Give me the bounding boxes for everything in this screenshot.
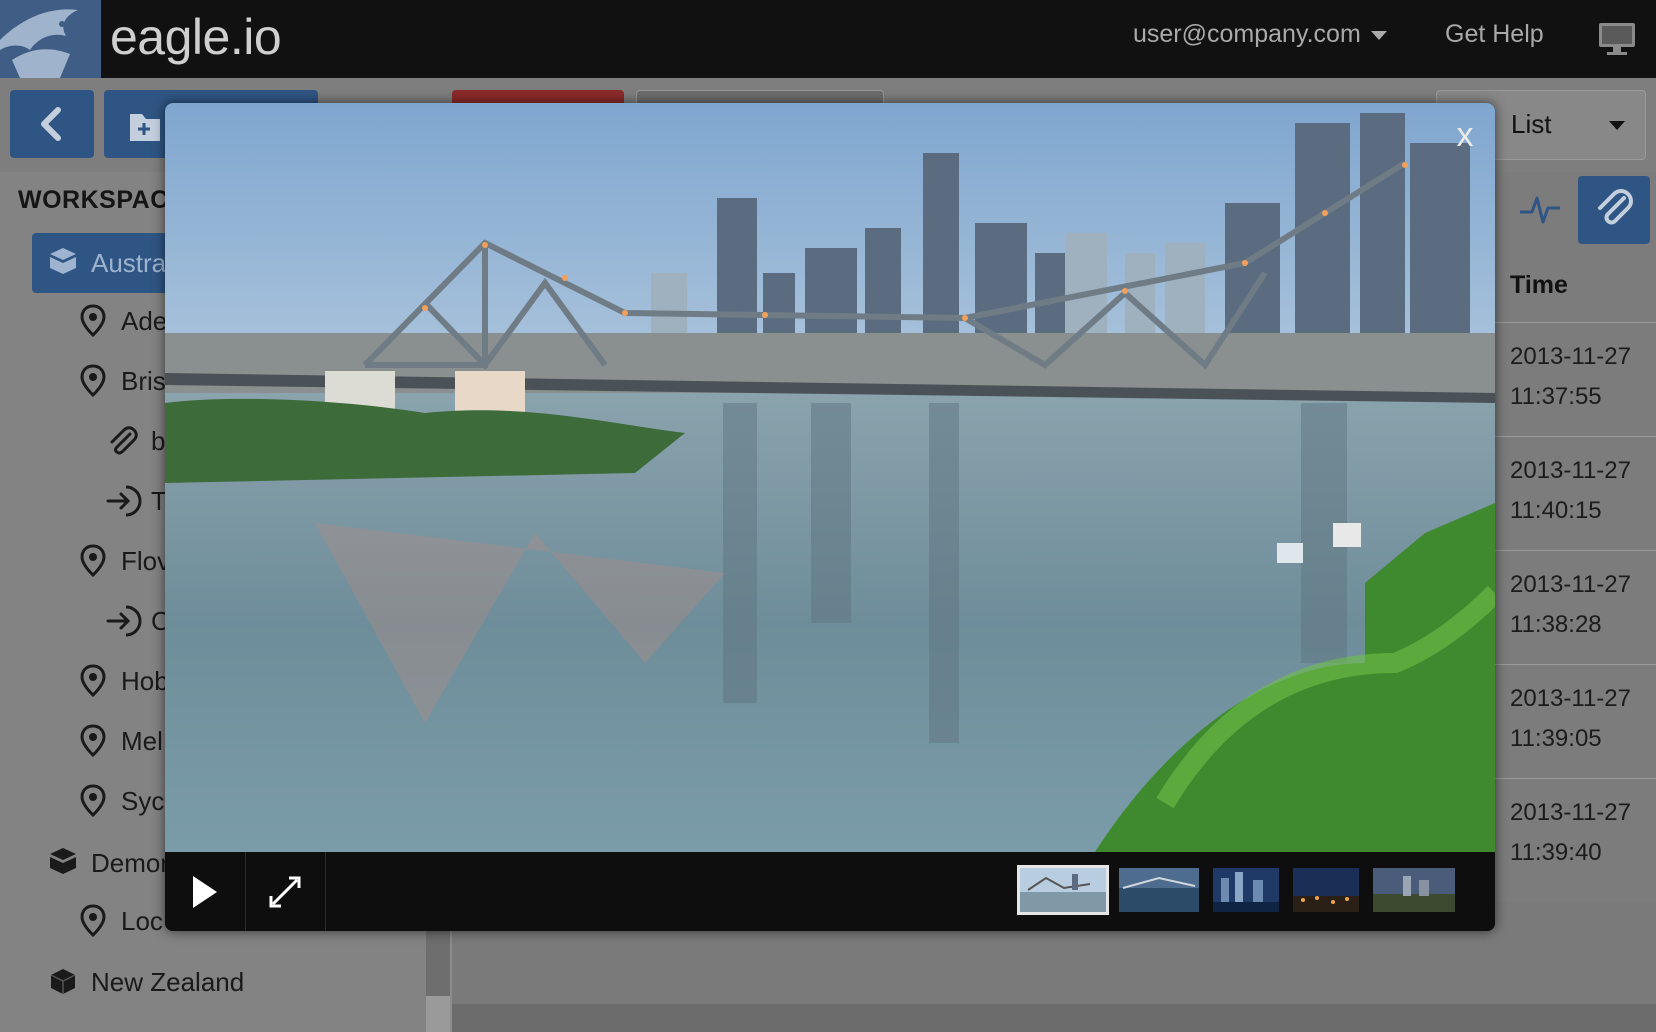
sidebar-item-label[interactable]: Loc <box>121 906 163 937</box>
location-pin-icon <box>80 904 106 943</box>
attachment-time: 11:37:55 <box>1510 383 1602 410</box>
attachment-row[interactable]: 2013-11-27 11:37:55 <box>1490 322 1656 435</box>
folder-add-icon <box>130 114 160 141</box>
pulse-icon[interactable] <box>1512 178 1568 240</box>
attachment-time: 11:38:28 <box>1510 611 1602 638</box>
location-pin-icon <box>80 544 106 583</box>
attachment-row[interactable]: 2013-11-27 11:39:40 <box>1490 778 1656 891</box>
attachment-time: 11:39:05 <box>1510 725 1602 752</box>
lightbox-thumbnail[interactable] <box>1017 865 1109 915</box>
lightbox-image[interactable] <box>165 103 1495 852</box>
lightbox-thumbnail[interactable] <box>1293 868 1359 912</box>
lightbox-thumbnail[interactable] <box>1213 868 1279 912</box>
attachments-tab[interactable] <box>1578 176 1650 244</box>
eagle-logo[interactable] <box>0 0 101 78</box>
attachment-time: 11:39:40 <box>1510 839 1602 866</box>
sidebar-item-label: Austra <box>91 248 167 278</box>
attachment-row[interactable]: 2013-11-27 11:40:15 <box>1490 436 1656 549</box>
attachment-date: 2013-11-27 <box>1510 457 1631 484</box>
attachment-date: 2013-11-27 <box>1510 685 1631 712</box>
sidebar-item-label[interactable]: b <box>151 426 165 457</box>
chevron-down-icon <box>1609 121 1625 130</box>
sidebar-item-label[interactable]: Demor <box>91 848 169 879</box>
attachment-date: 2013-11-27 <box>1510 571 1631 598</box>
play-icon <box>193 876 217 908</box>
sidebar-item-label[interactable]: Hob <box>121 666 169 697</box>
paperclip-icon <box>106 424 140 463</box>
sidebar-item-label[interactable]: Syc <box>121 786 164 817</box>
brand-name: eagle.io <box>110 9 282 65</box>
attachment-row[interactable]: 2013-11-27 11:38:28 <box>1490 550 1656 663</box>
location-pin-icon <box>80 364 106 403</box>
lightbox-thumbnail[interactable] <box>1373 868 1455 912</box>
get-help-link[interactable]: Get Help <box>1445 20 1544 49</box>
main-content-footer <box>452 1004 1656 1032</box>
view-select-value: List <box>1511 109 1552 139</box>
source-icon <box>106 604 142 643</box>
sidebar-scrollbar-thumb[interactable] <box>426 920 450 996</box>
lightbox-controls <box>165 852 1495 931</box>
source-icon <box>106 484 142 523</box>
sidebar-item-label[interactable]: Mel <box>121 726 163 757</box>
location-pin-icon <box>80 784 106 823</box>
location-pin-icon <box>80 664 106 703</box>
lightbox-thumbnail[interactable] <box>1119 868 1199 912</box>
attachment-row[interactable]: 2013-11-27 11:39:05 <box>1490 664 1656 777</box>
paperclip-icon <box>1598 189 1633 225</box>
sidebar-item-label[interactable]: New Zealand <box>91 967 244 998</box>
time-column-header[interactable]: Time <box>1510 271 1568 300</box>
location-pin-icon <box>80 304 106 343</box>
workspaces-heading: WORKSPAC <box>18 186 169 214</box>
user-email: user@company.com <box>1133 20 1361 48</box>
close-button[interactable]: x <box>1447 117 1483 153</box>
monitor-icon[interactable] <box>1598 22 1636 56</box>
attachment-date: 2013-11-27 <box>1510 343 1631 370</box>
chevron-down-icon <box>1370 30 1387 40</box>
image-lightbox: x <box>165 103 1495 931</box>
sidebar-item-label[interactable]: Bris <box>121 366 166 397</box>
workspace-icon <box>48 846 78 881</box>
sidebar-item-label[interactable]: Flov <box>121 546 170 577</box>
top-navigation-bar: eagle.io user@company.com Get Help <box>0 0 1656 78</box>
attachment-date: 2013-11-27 <box>1510 799 1631 826</box>
chevron-left-icon <box>41 107 61 141</box>
play-button[interactable] <box>165 852 246 931</box>
back-button[interactable] <box>10 90 94 158</box>
fullscreen-button[interactable] <box>245 852 326 931</box>
user-menu[interactable]: user@company.com <box>1133 20 1387 49</box>
workspace-icon <box>48 966 78 1001</box>
sidebar-item-label[interactable]: Ade <box>121 306 167 337</box>
workspace-icon <box>48 246 78 281</box>
fullscreen-icon <box>269 876 301 908</box>
attachment-time: 11:40:15 <box>1510 497 1602 524</box>
location-pin-icon <box>80 724 106 763</box>
